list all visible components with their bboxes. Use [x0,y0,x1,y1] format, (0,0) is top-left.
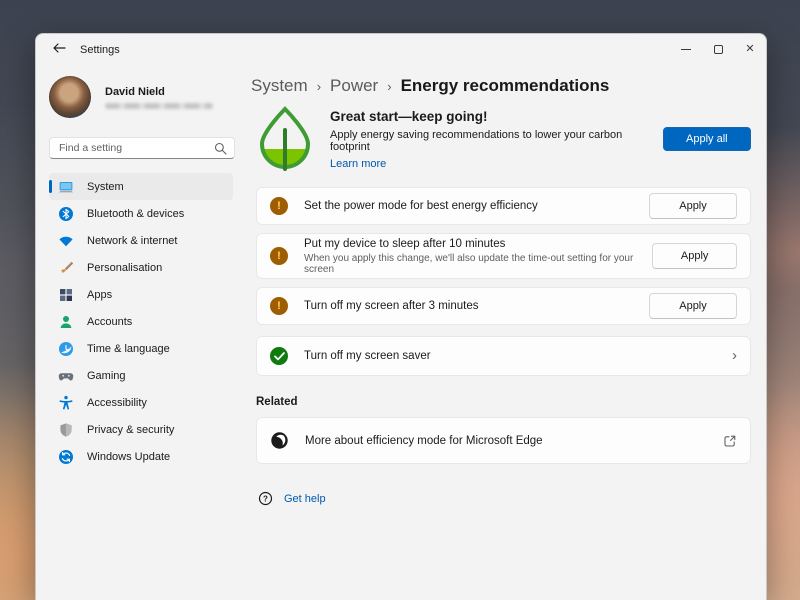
system-icon [58,179,74,195]
card-title: Put my device to sleep after 10 minutes [304,238,652,250]
banner-title: Great start—keep going! [330,109,663,124]
profile-email-blurred [105,103,213,109]
search-box [49,137,235,159]
avatar [49,76,91,118]
settings-window: Settings ✕ David Nield [35,33,767,600]
user-profile[interactable]: David Nield [49,69,251,125]
sidebar-item-accounts[interactable]: Accounts [49,308,233,335]
card-title: Set the power mode for best energy effic… [304,200,538,212]
sidebar-item-apps[interactable]: Apps [49,281,233,308]
sidebar-item-personalisation[interactable]: Personalisation [49,254,233,281]
back-arrow-icon [52,41,66,59]
apply-button[interactable]: Apply [652,243,737,269]
accounts-person-icon [58,314,74,330]
time-language-icon [58,341,74,357]
breadcrumb-power[interactable]: Power [330,76,378,96]
sidebar-item-network[interactable]: Network & internet [49,227,233,254]
breadcrumb-separator: › [387,78,391,94]
gamepad-icon [58,368,74,384]
sidebar-item-bluetooth[interactable]: Bluetooth & devices [49,200,233,227]
help-question-icon: ? [258,491,273,506]
related-heading: Related [256,396,751,408]
warning-icon: ! [270,297,288,315]
card-title: More about efficiency mode for Microsoft… [305,435,543,447]
sidebar-item-label: Personalisation [87,262,162,274]
sidebar-item-label: Time & language [87,343,170,355]
sidebar-item-label: Privacy & security [87,424,174,436]
recommendation-card-screen-saver[interactable]: Turn off my screen saver › [256,336,751,376]
external-link-icon [723,434,737,448]
sidebar-item-accessibility[interactable]: Accessibility [49,389,233,416]
recommendation-list: ! Set the power mode for best energy eff… [256,187,751,376]
minimize-icon [681,49,691,50]
chevron-right-icon: › [732,348,737,365]
main-content: System › Power › Energy recommendations … [251,64,751,600]
window-title: Settings [80,44,120,56]
maximize-button[interactable] [702,34,734,64]
card-subtitle: When you apply this change, we'll also u… [304,253,652,275]
get-help-link[interactable]: Get help [284,493,326,505]
maximize-icon [714,45,723,54]
close-button[interactable]: ✕ [734,34,766,64]
bluetooth-icon [58,206,74,222]
sidebar-nav: System Bluetooth & devices Network & int… [49,173,251,470]
apply-button[interactable]: Apply [649,293,737,319]
apply-all-button[interactable]: Apply all [663,127,751,151]
card-title: Turn off my screen saver [304,350,431,362]
sidebar-item-time-language[interactable]: Time & language [49,335,233,362]
sidebar-item-label: Bluetooth & devices [87,208,184,220]
sidebar-item-label: Windows Update [87,451,170,463]
sidebar-item-label: Accessibility [87,397,147,409]
leaf-icon [259,106,311,172]
apps-icon [58,287,74,303]
warning-icon: ! [270,247,288,265]
breadcrumb-separator: › [317,78,321,94]
card-title: Turn off my screen after 3 minutes [304,300,479,312]
sidebar-item-label: Network & internet [87,235,177,247]
window-controls: ✕ [670,34,766,64]
search-input[interactable] [50,142,206,154]
search-icon [214,142,227,160]
recommendation-card-screen-off: ! Turn off my screen after 3 minutes App… [256,287,751,325]
energy-banner: Great start—keep going! Apply energy sav… [259,106,751,172]
edge-efficiency-icon [270,431,289,450]
breadcrumb-system[interactable]: System [251,76,308,96]
sidebar-item-label: Gaming [87,370,126,382]
close-icon: ✕ [745,44,754,55]
wifi-icon [58,233,74,249]
back-button[interactable] [44,37,74,63]
recommendation-card-power-mode: ! Set the power mode for best energy eff… [256,187,751,225]
sidebar-item-label: Apps [87,289,112,301]
sidebar-item-windows-update[interactable]: Windows Update [49,443,233,470]
update-icon [58,449,74,465]
shield-icon [58,422,74,438]
warning-icon: ! [270,197,288,215]
sidebar-item-label: System [87,181,124,193]
get-help-row: ? Get help [258,491,751,506]
recommendation-card-sleep: ! Put my device to sleep after 10 minute… [256,233,751,279]
apply-button[interactable]: Apply [649,193,737,219]
related-list: More about efficiency mode for Microsoft… [256,417,751,464]
sidebar-item-gaming[interactable]: Gaming [49,362,233,389]
success-check-icon [270,347,288,365]
minimize-button[interactable] [670,34,702,64]
breadcrumb: System › Power › Energy recommendations [251,76,751,96]
sidebar-item-privacy[interactable]: Privacy & security [49,416,233,443]
paintbrush-icon [58,260,74,276]
banner-description: Apply energy saving recommendations to l… [330,129,663,153]
sidebar-item-system[interactable]: System [49,173,233,200]
page-title: Energy recommendations [401,76,610,96]
svg-text:?: ? [263,494,268,503]
accessibility-person-icon [58,395,74,411]
related-card-edge-efficiency[interactable]: More about efficiency mode for Microsoft… [256,417,751,464]
sidebar: David Nield System Bluetooth & devi [36,66,251,600]
learn-more-link[interactable]: Learn more [330,158,663,170]
profile-name: David Nield [105,86,213,98]
sidebar-item-label: Accounts [87,316,132,328]
titlebar: Settings ✕ [36,34,766,66]
